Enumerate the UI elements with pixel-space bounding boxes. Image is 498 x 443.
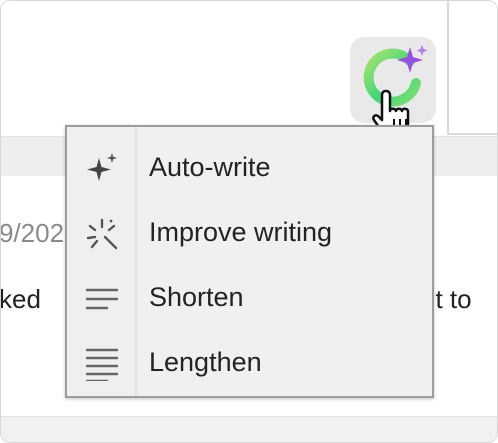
long-lines-icon	[85, 348, 119, 381]
menu-item-auto-write[interactable]: Auto-write	[67, 135, 432, 199]
menu-item-label: Auto-write	[149, 152, 271, 182]
ai-writing-menu: Auto-write Improve writing Shorten Lengt…	[65, 125, 434, 398]
short-lines-icon	[85, 288, 119, 310]
magic-burst-icon	[86, 218, 118, 250]
screenshot-frame: 9/202 ked nt to Auto-write Improve writi…	[0, 0, 498, 443]
menu-item-label: Shorten	[149, 282, 244, 312]
footer-band	[1, 416, 497, 442]
menu-item-label: Improve writing	[149, 217, 333, 247]
partial-body-text-left: ked	[0, 284, 41, 314]
menu-item-improve-writing[interactable]: Improve writing	[67, 200, 432, 264]
sparkle-icon	[87, 153, 117, 181]
menu-item-lengthen[interactable]: Lengthen	[67, 330, 432, 394]
menu-item-shorten[interactable]: Shorten	[67, 265, 432, 329]
menu-item-label: Lengthen	[149, 347, 262, 377]
partial-date-text: 9/202	[0, 218, 65, 248]
side-panel-edge	[447, 1, 497, 135]
